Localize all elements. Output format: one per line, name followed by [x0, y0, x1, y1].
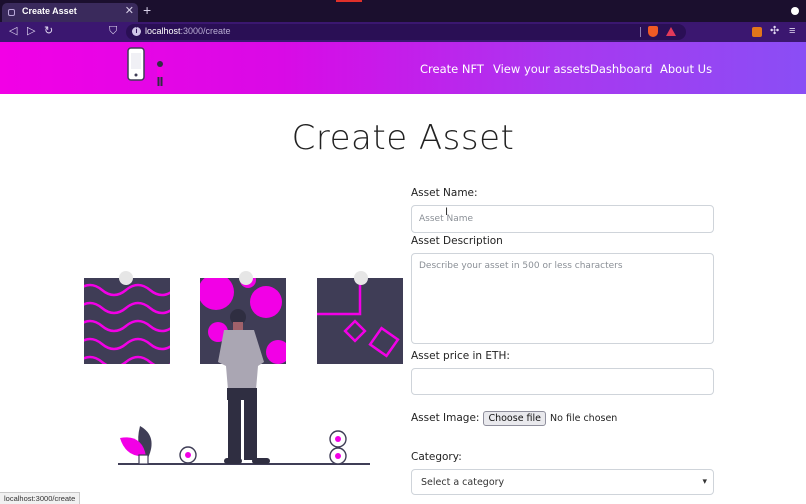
category-label: Category:	[411, 451, 462, 463]
url-text: localhost:3000/create	[145, 26, 231, 36]
bookmark-icon[interactable]: ⛉	[109, 25, 117, 38]
tab-close-icon[interactable]: ✕	[125, 5, 134, 17]
site-info-icon[interactable]: i	[132, 27, 141, 36]
asset-name-label: Asset Name:	[411, 187, 478, 199]
browser-menu-icon[interactable]: ≡	[789, 25, 795, 38]
metamask-fox-icon[interactable]	[752, 27, 762, 37]
tab-title: Create Asset	[22, 6, 77, 16]
brave-rewards-icon[interactable]	[666, 27, 676, 36]
extensions-puzzle-icon[interactable]: ✣	[770, 25, 779, 38]
category-select[interactable]: Select a category ▾	[411, 469, 714, 495]
status-url-tooltip: localhost:3000/create	[0, 492, 81, 504]
asset-price-label: Asset price in ETH:	[411, 350, 510, 362]
art-panel-shapes	[317, 271, 403, 364]
recording-indicator	[336, 0, 362, 2]
asset-image-row: Asset Image: Choose file No file chosen	[411, 410, 617, 426]
browser-tab-bar: Create Asset ✕ +	[0, 0, 806, 22]
asset-description-textarea[interactable]	[411, 253, 714, 344]
asset-price-input[interactable]	[411, 368, 714, 395]
category-selected-value: Select a category	[421, 477, 505, 488]
asset-description-label: Asset Description	[411, 235, 503, 247]
nav-link-view-assets[interactable]: View your assets	[493, 62, 590, 76]
browser-toolbar: ◁ ▷ ↻ ⛉ i localhost:3000/create ✣ ≡	[0, 22, 806, 42]
url-path: :3000/create	[180, 26, 231, 36]
page-title: Create Asset	[291, 118, 515, 158]
brave-shields-icon[interactable]	[648, 26, 658, 37]
chevron-down-icon: ▾	[702, 476, 707, 486]
back-icon[interactable]: ◁	[9, 25, 17, 38]
nav-link-create-nft[interactable]: Create NFT	[420, 62, 484, 76]
new-tab-button[interactable]: +	[143, 3, 151, 17]
nav-link-about-us[interactable]: About Us	[660, 62, 712, 76]
address-bar-divider	[640, 27, 641, 37]
address-bar[interactable]: i localhost:3000/create	[126, 24, 686, 40]
site-header: Create NFT View your assets Dashboard Ab…	[0, 42, 806, 94]
logo-phone-person-icon[interactable]	[124, 46, 172, 90]
plant-icon	[120, 426, 152, 465]
art-panel-waves	[84, 271, 170, 364]
asset-image-label: Asset Image:	[411, 412, 480, 424]
text-cursor-icon: I	[445, 206, 449, 218]
choose-file-button[interactable]: Choose file	[483, 410, 547, 426]
tab-favicon-icon	[8, 9, 15, 16]
asset-name-input[interactable]	[411, 205, 714, 233]
nav-link-dashboard[interactable]: Dashboard	[590, 62, 652, 76]
file-status-text: No file chosen	[550, 412, 618, 424]
gallery-illustration	[84, 271, 403, 465]
url-host: localhost	[145, 26, 181, 36]
reload-icon[interactable]: ↻	[44, 25, 53, 38]
browser-tab[interactable]: Create Asset ✕	[2, 3, 138, 22]
forward-icon[interactable]: ▷	[27, 25, 35, 38]
window-control-icon[interactable]	[791, 7, 799, 15]
